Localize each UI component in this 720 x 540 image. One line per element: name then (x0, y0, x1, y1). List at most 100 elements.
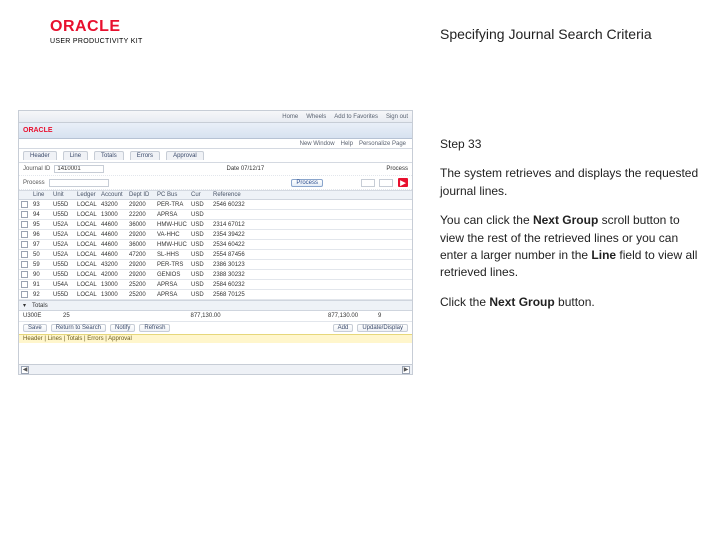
cell-dept: 29200 (129, 202, 157, 208)
cell-account: 44600 (101, 232, 129, 238)
cell-dept: 36000 (129, 222, 157, 228)
cell-line: 91 (33, 282, 53, 288)
cell-unit: U55D (53, 272, 77, 278)
process-button[interactable]: Process (291, 179, 323, 187)
tab-line[interactable]: Line (63, 151, 88, 160)
table-row[interactable]: 96U52ALOCAL4460029200VA-HHCUSD2354 39422 (19, 230, 412, 240)
totals-credit: 877,130.00 (328, 313, 378, 319)
table-row[interactable]: 92U55DLOCAL1300025200APRSAUSD2568 70125 (19, 290, 412, 300)
cell-cur: USD (191, 202, 213, 208)
row-checkbox[interactable] (21, 261, 28, 268)
cell-ledger: LOCAL (77, 202, 101, 208)
totals-count: 9 (378, 313, 408, 319)
cell-ref: 2388 30232 (213, 272, 410, 278)
cell-dept: 36000 (129, 242, 157, 248)
tab-approval[interactable]: Approval (166, 151, 204, 160)
cell-unit: U52A (53, 222, 77, 228)
tab-errors[interactable]: Errors (130, 151, 160, 160)
cell-cur: USD (191, 232, 213, 238)
cell-pc: PER-TRA (157, 202, 191, 208)
table-row[interactable]: 91U54ALOCAL1300025200APRSAUSD2584 60232 (19, 280, 412, 290)
cell-account: 13000 (101, 292, 129, 298)
row-checkbox[interactable] (21, 201, 28, 208)
notify-button[interactable]: Notify (110, 324, 135, 332)
cell-ledger: LOCAL (77, 242, 101, 248)
footer-tab-links[interactable]: Header | Lines | Totals | Errors | Appro… (19, 334, 412, 343)
row-checkbox[interactable] (21, 221, 28, 228)
cell-ref: 2584 60232 (213, 282, 410, 288)
app-global-nav: Home Wheels Add to Favorites Sign out (19, 111, 412, 123)
cell-line: 50 (33, 252, 53, 258)
next-group-button[interactable]: ▶ (398, 178, 408, 187)
cell-ledger: LOCAL (77, 262, 101, 268)
cell-cur: USD (191, 282, 213, 288)
table-row[interactable]: 95U52ALOCAL4460036000HMW-HUCUSD2314 6701… (19, 220, 412, 230)
cell-ledger: LOCAL (77, 282, 101, 288)
update-display-button[interactable]: Update/Display (357, 324, 408, 332)
brand-block: ORACLE USER PRODUCTIVITY KIT (50, 18, 143, 45)
link-personalize-page[interactable]: Personalize Page (359, 141, 406, 147)
nav-favorites[interactable]: Add to Favorites (334, 114, 378, 120)
table-row[interactable]: 90U55DLOCAL4200029200GENIOSUSD2388 30232 (19, 270, 412, 280)
cell-account: 43200 (101, 262, 129, 268)
scroll-right-icon[interactable]: ▶ (402, 366, 410, 374)
table-row[interactable]: 59U55DLOCAL4320029200PER-TRSUSD2386 3012… (19, 260, 412, 270)
return-to-search-button[interactable]: Return to Search (51, 324, 106, 332)
cell-account: 44600 (101, 242, 129, 248)
scroll-left-icon[interactable]: ◀ (21, 366, 29, 374)
link-help[interactable]: Help (341, 141, 353, 147)
cell-account: 43200 (101, 202, 129, 208)
cell-pc: HMW-HUC (157, 222, 191, 228)
totals-header: ▾Totals (19, 300, 412, 311)
process-select[interactable] (49, 179, 109, 187)
cell-account: 13000 (101, 282, 129, 288)
cell-ledger: LOCAL (77, 292, 101, 298)
journal-id-field[interactable]: 1410001 (54, 165, 104, 173)
cell-line: 59 (33, 262, 53, 268)
cell-cur: USD (191, 272, 213, 278)
instruction-line-3: Click the Next Group button. (440, 294, 700, 311)
cell-account: 44600 (101, 222, 129, 228)
row-checkbox[interactable] (21, 271, 28, 278)
cell-cur: USD (191, 242, 213, 248)
table-row[interactable]: 50U52ALOCAL4460047200SL-HHSUSD2554 87456 (19, 250, 412, 260)
cell-dept: 25200 (129, 292, 157, 298)
row-checkbox[interactable] (21, 291, 28, 298)
line-count-field-2[interactable] (379, 179, 393, 187)
cell-pc: APRSA (157, 282, 191, 288)
cell-line: 95 (33, 222, 53, 228)
row-checkbox[interactable] (21, 231, 28, 238)
table-row[interactable]: 93U55DLOCAL4320029200PER-TRAUSD2546 6023… (19, 200, 412, 210)
cell-pc: VA-HHC (157, 232, 191, 238)
save-button[interactable]: Save (23, 324, 47, 332)
nav-worklist[interactable]: Wheels (306, 114, 326, 120)
journal-date: Date 07/12/17 (226, 166, 264, 172)
nav-home[interactable]: Home (282, 114, 298, 120)
cell-ledger: LOCAL (77, 272, 101, 278)
row-checkbox[interactable] (21, 241, 28, 248)
tab-totals[interactable]: Totals (94, 151, 124, 160)
instruction-panel: Step 33 The system retrieves and display… (440, 136, 700, 323)
cell-line: 96 (33, 232, 53, 238)
cell-ref: 2546 60232 (213, 202, 410, 208)
cell-unit: U55D (53, 292, 77, 298)
cell-dept: 47200 (129, 252, 157, 258)
table-row[interactable]: 97U52ALOCAL4460036000HMW-HUCUSD2534 6042… (19, 240, 412, 250)
horizontal-scrollbar[interactable]: ◀ ▶ (19, 364, 412, 374)
table-row[interactable]: 94U55DLOCAL1300022200APRSAUSD (19, 210, 412, 220)
nav-signout[interactable]: Sign out (386, 114, 408, 120)
cell-dept: 29200 (129, 262, 157, 268)
row-checkbox[interactable] (21, 211, 28, 218)
add-button[interactable]: Add (333, 324, 354, 332)
cell-cur: USD (191, 252, 213, 258)
row-checkbox[interactable] (21, 281, 28, 288)
cell-unit: U52A (53, 252, 77, 258)
line-count-field[interactable] (361, 179, 375, 187)
cell-ref: 2534 60422 (213, 242, 410, 248)
tab-header[interactable]: Header (23, 151, 57, 160)
row-checkbox[interactable] (21, 251, 28, 258)
cell-dept: 29200 (129, 272, 157, 278)
link-new-window[interactable]: New Window (300, 141, 335, 147)
cell-pc: GENIOS (157, 272, 191, 278)
refresh-button[interactable]: Refresh (139, 324, 170, 332)
